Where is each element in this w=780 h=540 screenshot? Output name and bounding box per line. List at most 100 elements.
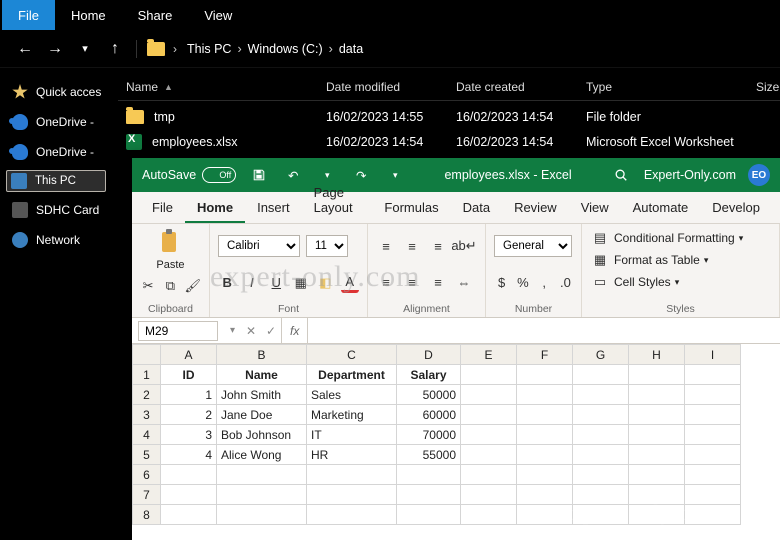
fx-label[interactable]: fx <box>281 318 308 343</box>
row-header[interactable]: 5 <box>133 445 161 465</box>
sidebar-item[interactable]: OneDrive - <box>6 110 106 134</box>
nav-back-icon[interactable]: ← <box>14 38 36 60</box>
menu-tab-insert[interactable]: Insert <box>245 193 302 223</box>
cell[interactable] <box>629 365 685 385</box>
worksheet[interactable]: ABCDEFGHI1IDNameDepartmentSalary21John S… <box>132 344 780 540</box>
cell[interactable] <box>685 445 741 465</box>
border-icon[interactable]: ▦ <box>292 273 311 293</box>
cell[interactable]: 60000 <box>397 405 461 425</box>
row-header[interactable]: 2 <box>133 385 161 405</box>
cell[interactable] <box>629 485 685 505</box>
menu-tab-develop[interactable]: Develop <box>700 193 772 223</box>
cell[interactable]: 3 <box>161 425 217 445</box>
cell[interactable] <box>573 465 629 485</box>
cell[interactable] <box>307 465 397 485</box>
bold-icon[interactable]: B <box>218 273 237 293</box>
dec-inc-icon[interactable]: .0 <box>558 273 573 293</box>
cell[interactable]: Alice Wong <box>217 445 307 465</box>
cell[interactable] <box>461 505 517 525</box>
row-header[interactable]: 1 <box>133 365 161 385</box>
namebox-dropdown-icon[interactable]: ▾ <box>224 325 241 336</box>
comma-icon[interactable]: , <box>537 273 552 293</box>
format-table-button[interactable]: ▦Format as Table ▾ <box>590 250 708 270</box>
menu-tab-view[interactable]: View <box>569 193 621 223</box>
cell[interactable] <box>397 465 461 485</box>
accept-formula-icon[interactable]: ✓ <box>261 324 281 338</box>
cell[interactable] <box>629 465 685 485</box>
cell[interactable] <box>461 485 517 505</box>
cell[interactable]: Bob Johnson <box>217 425 307 445</box>
cell[interactable] <box>629 405 685 425</box>
cond-format-button[interactable]: ▤Conditional Formatting ▾ <box>590 228 743 248</box>
menu-tab-review[interactable]: Review <box>502 193 569 223</box>
cell[interactable] <box>517 425 573 445</box>
cut-icon[interactable]: ✂ <box>140 276 156 296</box>
cell[interactable]: 4 <box>161 445 217 465</box>
tab-file[interactable]: File <box>2 0 55 30</box>
cell[interactable] <box>573 425 629 445</box>
crumb-thispc[interactable]: This PC <box>185 38 233 60</box>
cell[interactable] <box>685 505 741 525</box>
cell[interactable] <box>461 405 517 425</box>
copy-icon[interactable]: ⧉ <box>162 276 178 296</box>
sidebar-item[interactable]: Network <box>6 228 106 252</box>
cell[interactable] <box>161 485 217 505</box>
col-header[interactable]: C <box>307 345 397 365</box>
sidebar-item[interactable]: This PC <box>6 170 106 192</box>
paste-button[interactable]: Paste <box>156 228 184 271</box>
cell[interactable]: John Smith <box>217 385 307 405</box>
cell[interactable] <box>517 465 573 485</box>
align-bot-icon[interactable]: ≡ <box>428 236 448 256</box>
cell[interactable] <box>685 465 741 485</box>
nav-up-icon[interactable]: ↑ <box>104 38 126 60</box>
row-header[interactable]: 3 <box>133 405 161 425</box>
sidebar-item[interactable]: Quick acces <box>6 80 106 104</box>
cell[interactable] <box>517 445 573 465</box>
cell[interactable] <box>307 505 397 525</box>
cell[interactable] <box>685 485 741 505</box>
italic-icon[interactable]: I <box>243 273 262 293</box>
cell[interactable] <box>461 445 517 465</box>
cell[interactable]: Jane Doe <box>217 405 307 425</box>
select-all-cell[interactable] <box>133 345 161 365</box>
col-header[interactable]: B <box>217 345 307 365</box>
menu-tab-formulas[interactable]: Formulas <box>372 193 450 223</box>
cell-styles-button[interactable]: ▭Cell Styles ▾ <box>590 272 679 292</box>
cell[interactable] <box>517 505 573 525</box>
menu-tab-file[interactable]: File <box>140 193 185 223</box>
cell[interactable] <box>461 385 517 405</box>
align-mid-icon[interactable]: ≡ <box>402 236 422 256</box>
cell[interactable] <box>517 365 573 385</box>
col-header[interactable]: A <box>161 345 217 365</box>
cell[interactable] <box>629 385 685 405</box>
cell[interactable] <box>573 385 629 405</box>
cell[interactable]: Sales <box>307 385 397 405</box>
cell[interactable] <box>629 505 685 525</box>
cell[interactable] <box>397 485 461 505</box>
cell[interactable]: ID <box>161 365 217 385</box>
cell[interactable] <box>573 445 629 465</box>
cell[interactable]: 70000 <box>397 425 461 445</box>
merge-icon[interactable]: ⇔ <box>454 273 474 293</box>
align-top-icon[interactable]: ≡ <box>376 236 396 256</box>
autosave-toggle[interactable]: AutoSave Off <box>142 167 236 183</box>
row-header[interactable]: 4 <box>133 425 161 445</box>
underline-icon[interactable]: U <box>267 273 286 293</box>
column-headers[interactable]: Name▲ Date modified Date created Type Si… <box>118 74 780 101</box>
number-format-select[interactable]: General <box>494 235 572 257</box>
menu-tab-home[interactable]: Home <box>185 193 245 223</box>
cell[interactable] <box>397 505 461 525</box>
fill-color-icon[interactable]: ◧ <box>316 273 335 293</box>
menu-tab-automate[interactable]: Automate <box>621 193 701 223</box>
col-header[interactable]: F <box>517 345 573 365</box>
search-icon[interactable] <box>610 164 632 186</box>
cell[interactable] <box>629 425 685 445</box>
cell[interactable] <box>573 365 629 385</box>
file-row[interactable]: tmp 16/02/2023 14:55 16/02/2023 14:54 Fi… <box>118 105 780 129</box>
font-name-select[interactable]: Calibri <box>218 235 300 257</box>
cell[interactable]: 55000 <box>397 445 461 465</box>
cell[interactable]: HR <box>307 445 397 465</box>
col-header[interactable]: I <box>685 345 741 365</box>
tab-home[interactable]: Home <box>55 0 122 30</box>
cell[interactable]: 1 <box>161 385 217 405</box>
